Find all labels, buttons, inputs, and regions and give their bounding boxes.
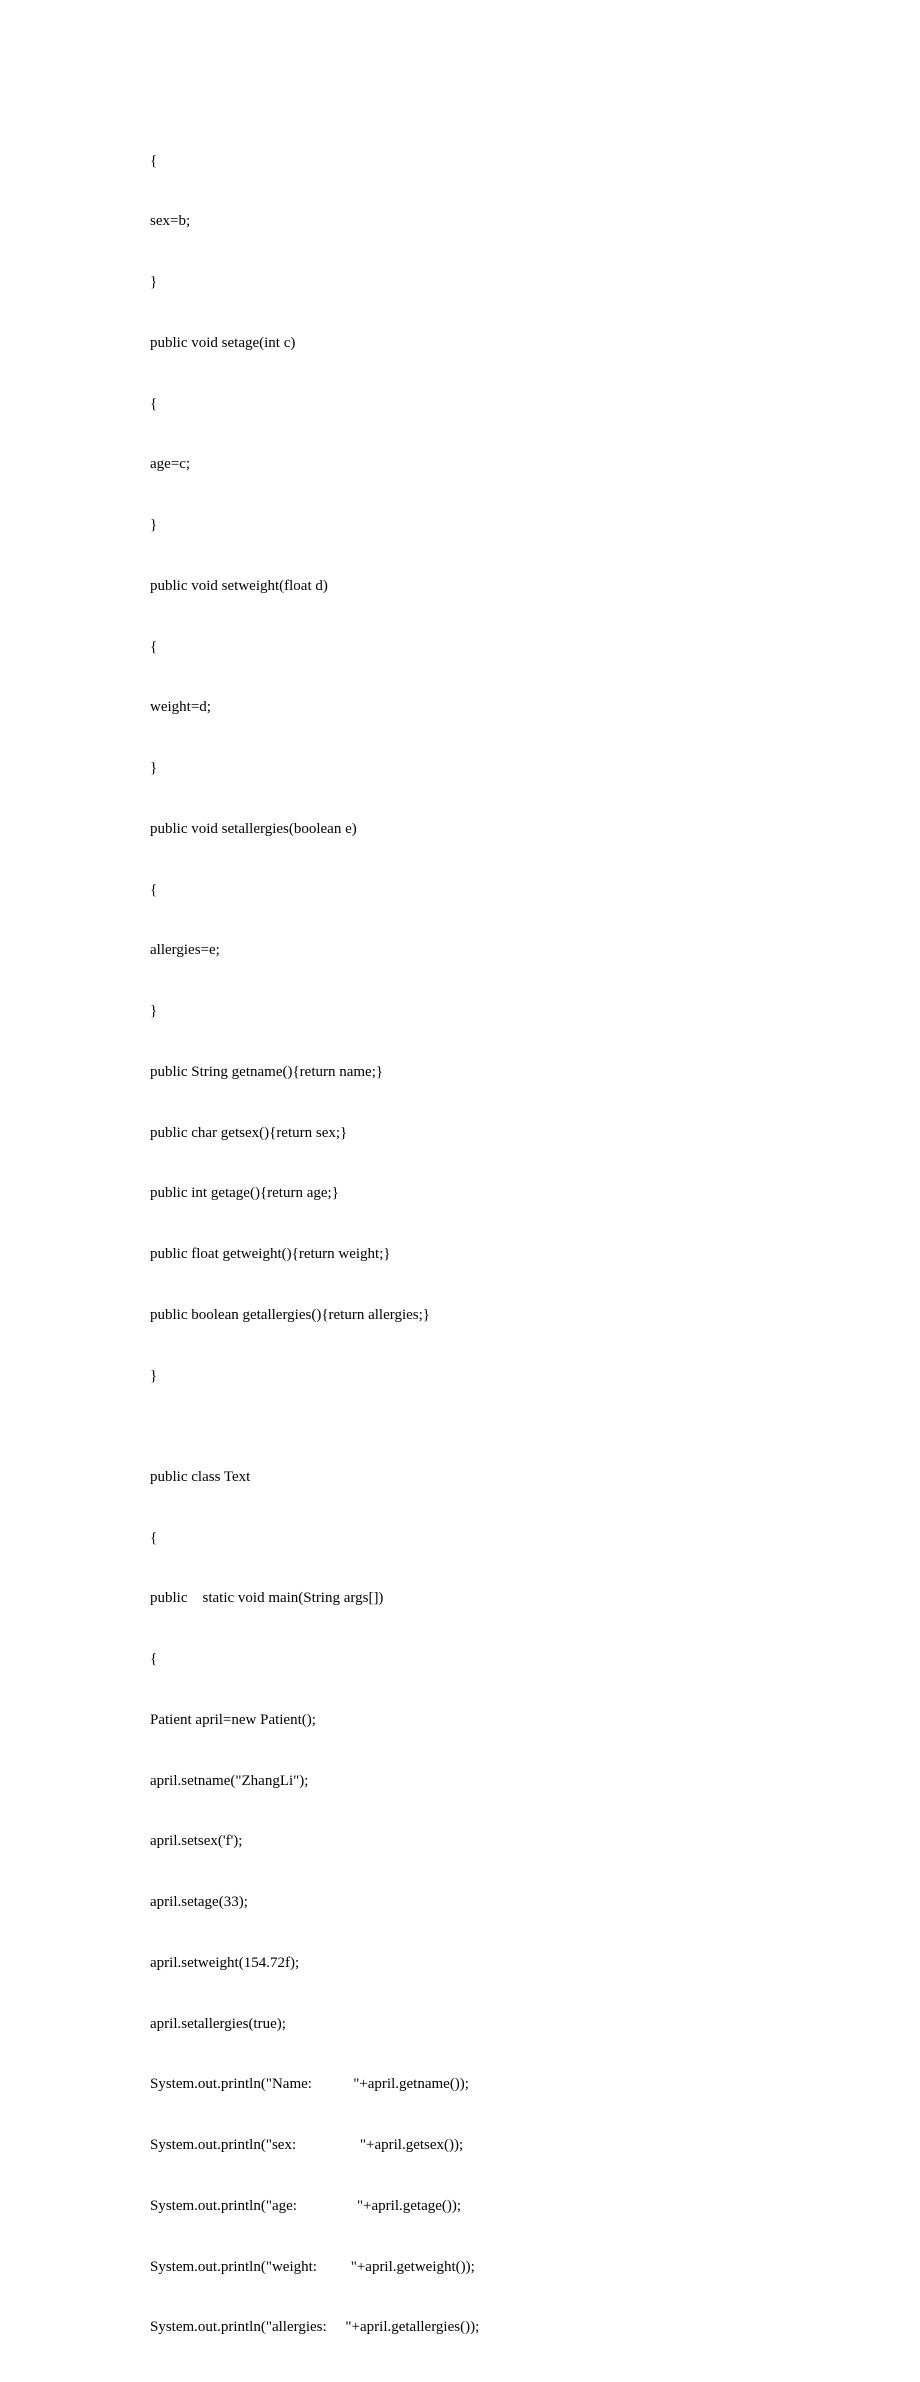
code-line: april.setname("ZhangLi"); <box>150 1771 770 1791</box>
code-line: allergies=e; <box>150 940 770 960</box>
code-line: System.out.println("weight: "+april.getw… <box>150 2257 770 2277</box>
code-line: } <box>150 1001 770 1021</box>
code-line: System.out.println("sex: "+april.getsex(… <box>150 2135 770 2155</box>
code-line: public void setweight(float d) <box>150 576 770 596</box>
code-line: public static void main(String args[]) <box>150 1588 770 1608</box>
code-line: { <box>150 151 770 171</box>
code-line: age=c; <box>150 454 770 474</box>
code-line: april.setweight(154.72f); <box>150 1953 770 1973</box>
code-line: public String getname(){return name;} <box>150 1062 770 1082</box>
code-document: { sex=b; } public void setage(int c) { a… <box>0 0 920 2382</box>
code-line: public void setallergies(boolean e) <box>150 819 770 839</box>
code-line: System.out.println("Name: "+april.getnam… <box>150 2074 770 2094</box>
code-line: { <box>150 880 770 900</box>
code-line: april.setage(33); <box>150 1892 770 1912</box>
code-line: } <box>150 272 770 292</box>
code-line: System.out.println("allergies: "+april.g… <box>150 2317 770 2337</box>
code-line: public char getsex(){return sex;} <box>150 1123 770 1143</box>
code-line: public class Text <box>150 1467 770 1487</box>
code-line: sex=b; <box>150 211 770 231</box>
code-line: public boolean getallergies(){return all… <box>150 1305 770 1325</box>
code-line: { <box>150 1528 770 1548</box>
code-line: } <box>150 2378 770 2382</box>
code-line: public void setage(int c) <box>150 333 770 353</box>
code-line: { <box>150 394 770 414</box>
code-line: } <box>150 758 770 778</box>
code-line: public int getage(){return age;} <box>150 1183 770 1203</box>
code-line: april.setsex('f'); <box>150 1831 770 1851</box>
code-line: Patient april=new Patient(); <box>150 1710 770 1730</box>
code-line: public float getweight(){return weight;} <box>150 1244 770 1264</box>
code-line: { <box>150 637 770 657</box>
code-line: } <box>150 1366 770 1386</box>
code-line: weight=d; <box>150 697 770 717</box>
code-line: april.setallergies(true); <box>150 2014 770 2034</box>
code-line: } <box>150 515 770 535</box>
code-line: { <box>150 1649 770 1669</box>
code-line: System.out.println("age: "+april.getage(… <box>150 2196 770 2216</box>
